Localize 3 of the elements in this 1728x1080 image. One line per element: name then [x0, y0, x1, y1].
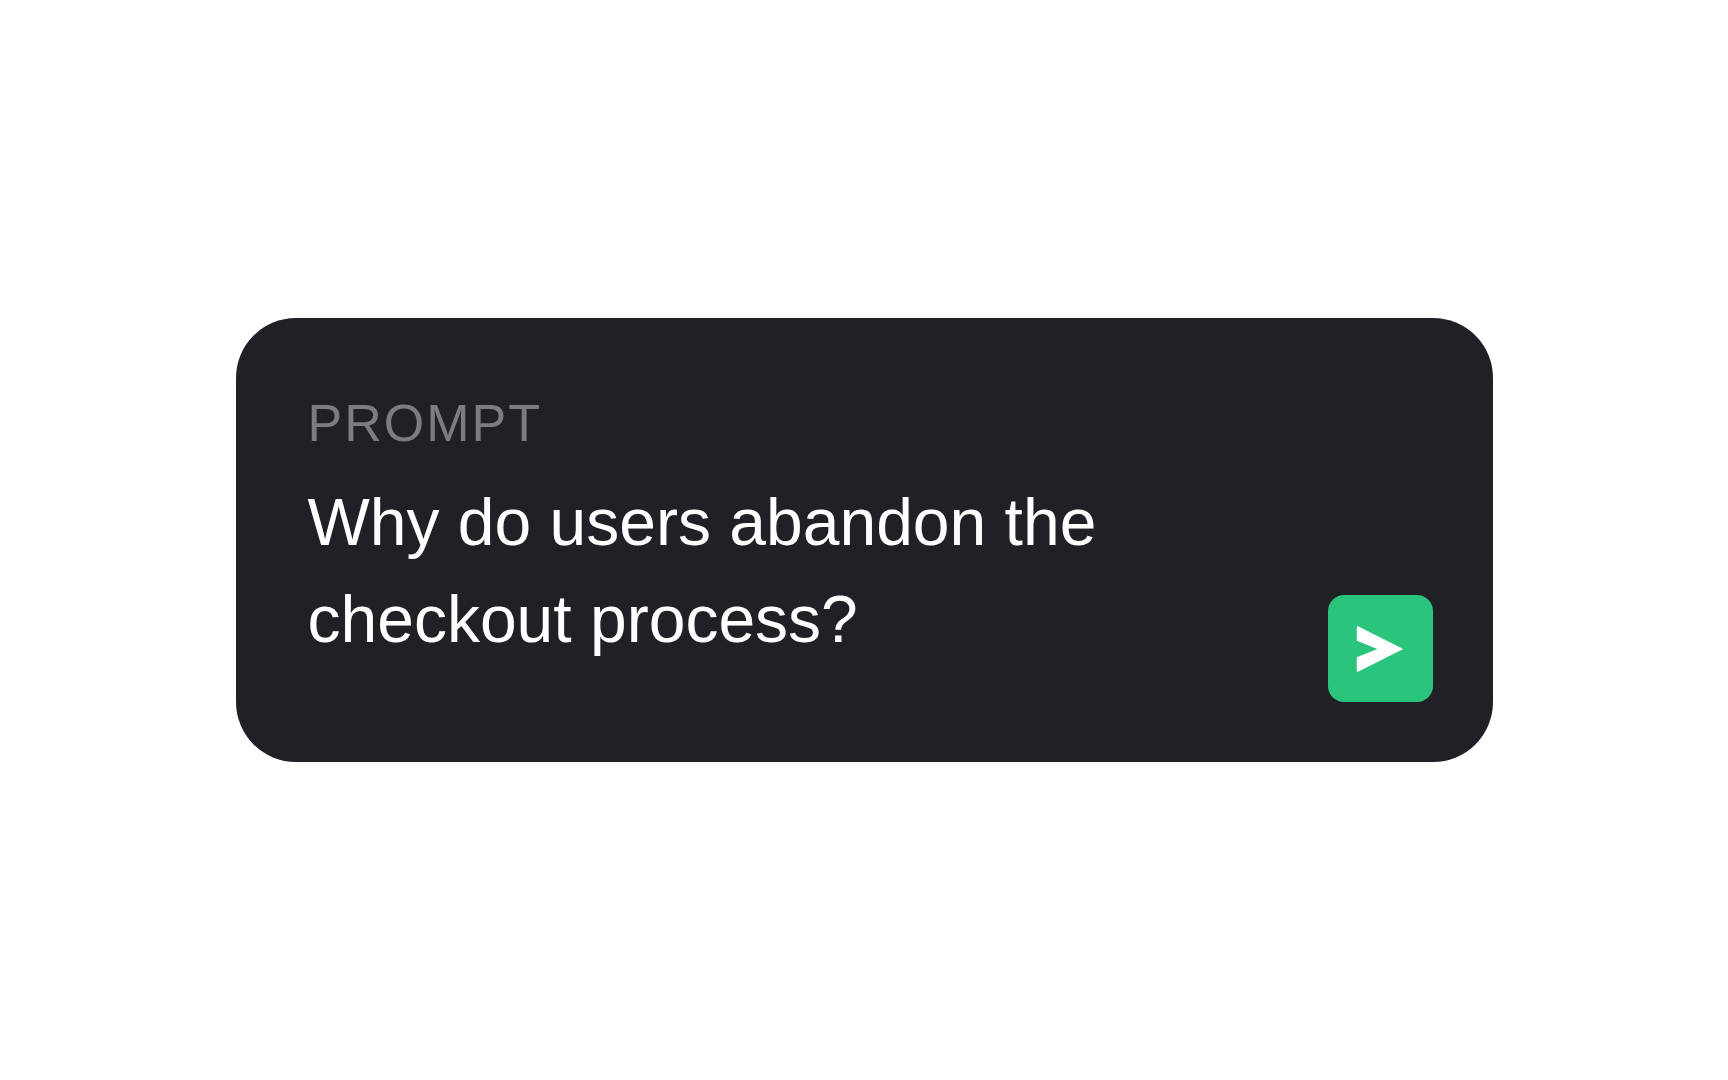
send-button[interactable] — [1327, 595, 1433, 702]
prompt-label: PROMPT — [307, 393, 543, 454]
prompt-text: Why do users abandon the checkout process? — [307, 484, 1098, 659]
